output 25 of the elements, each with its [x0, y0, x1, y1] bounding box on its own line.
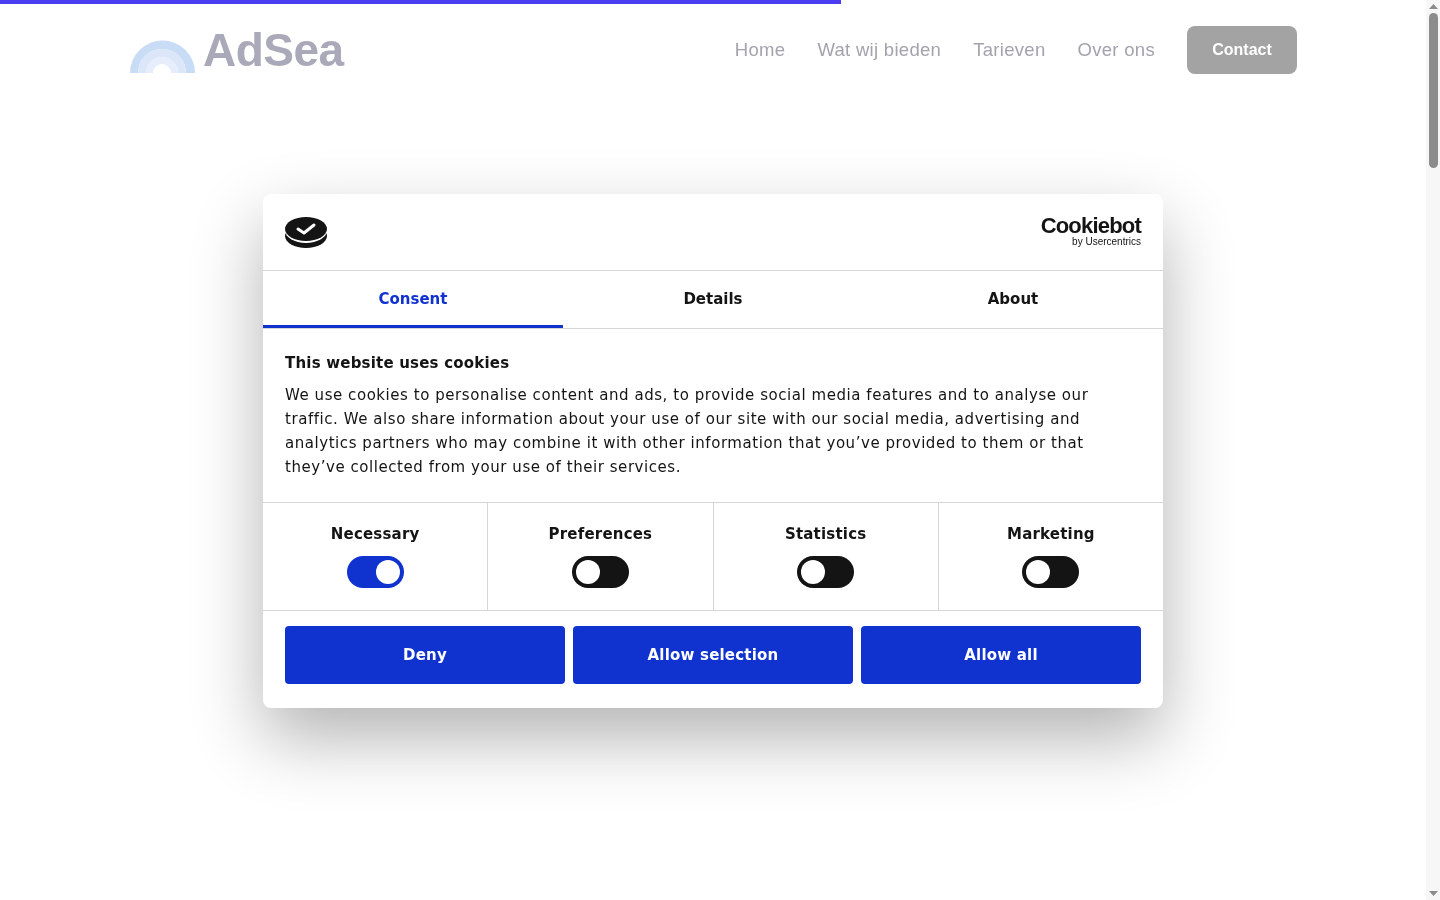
toggle-switch[interactable] — [797, 556, 855, 588]
consent-button[interactable]: Allow all — [861, 626, 1141, 684]
wave-arcs-icon — [129, 39, 196, 73]
dialog-description: We use cookies to personalise content and ads, to provide social media features and to analyse our traffic. We also share information about your use of our site with our social media, advertising and analytics partners who may combine it with other information that you’ve provided to them or that they’ve collected from your use of their services. — [285, 385, 1090, 478]
consent-button[interactable]: Allow selection — [573, 626, 853, 684]
scrollbar-thumb[interactable] — [1428, 13, 1438, 168]
logo-text: AdSea — [203, 27, 344, 73]
tab[interactable]: About — [863, 271, 1163, 328]
consent-button[interactable]: Deny — [285, 626, 565, 684]
tab[interactable]: Details — [563, 271, 863, 328]
brand-name: Cookiebot — [1040, 216, 1141, 236]
brand-tagline: by Usercentrics — [1072, 236, 1141, 248]
category-label: Statistics — [784, 524, 867, 544]
toggle-switch[interactable] — [346, 556, 404, 588]
category-label: Marketing — [1007, 524, 1095, 544]
scroll-up-arrow-icon[interactable] — [1428, 4, 1438, 9]
toggle-switch[interactable] — [1022, 556, 1080, 588]
category-label: Preferences — [548, 524, 653, 544]
category-label: Necessary — [330, 524, 420, 544]
toggle-switch[interactable] — [571, 556, 629, 588]
scrollbar[interactable] — [1426, 0, 1440, 900]
dialog-title: This website uses cookies — [285, 353, 511, 373]
scroll-down-arrow-icon[interactable] — [1428, 891, 1438, 896]
tab[interactable]: Consent — [263, 271, 563, 328]
check-disc-icon — [285, 216, 327, 248]
